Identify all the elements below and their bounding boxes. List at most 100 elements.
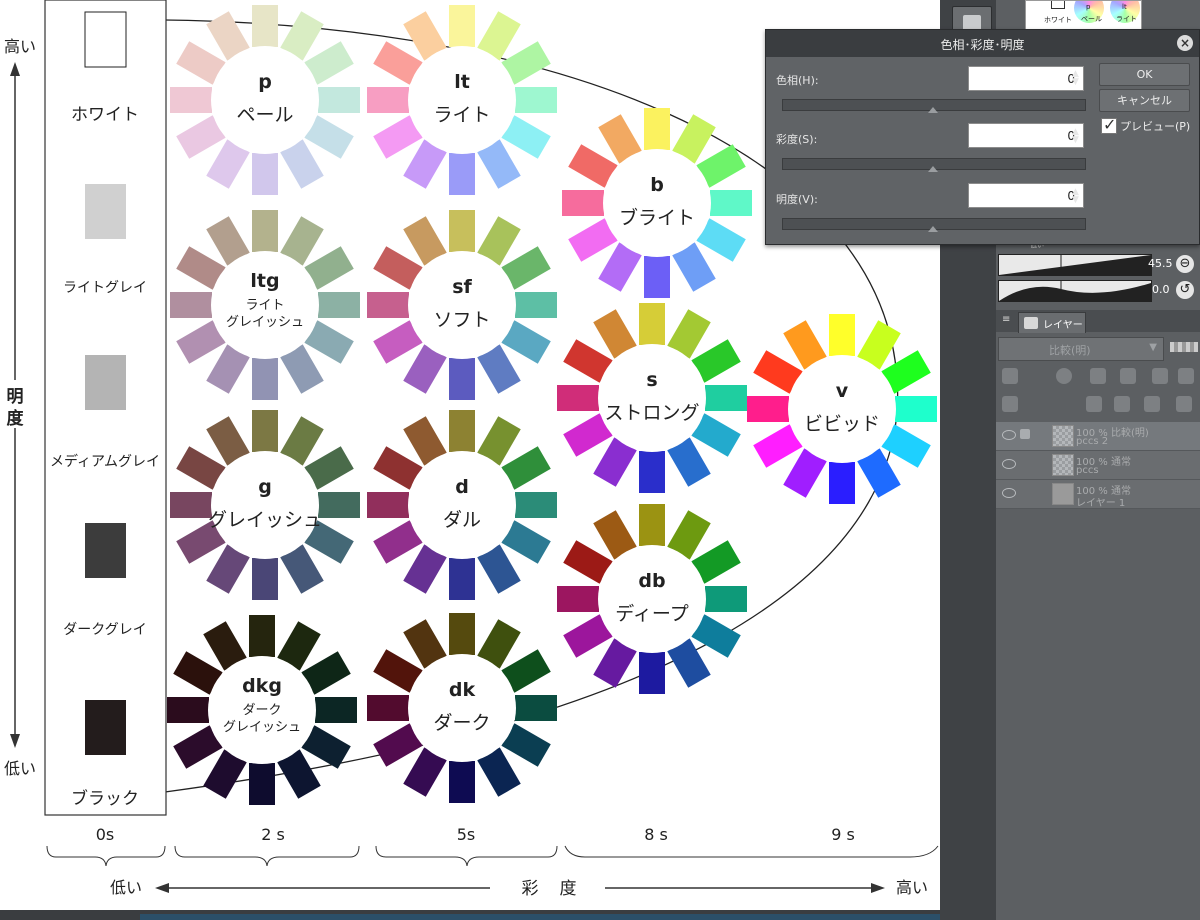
hue-swatch <box>170 292 212 318</box>
hue-swatch <box>367 87 409 113</box>
alpha-lock-icon[interactable] <box>1178 368 1194 384</box>
brush-size-reset-icon[interactable]: ⊖ <box>1176 255 1194 273</box>
hue-swatch <box>318 87 360 113</box>
tone-abbr: lt <box>454 71 470 93</box>
hue-swatch <box>515 292 557 318</box>
navigator-thumbnail[interactable]: ホワイト p ペール lt ライト <box>1025 0 1142 32</box>
hue-swatch <box>747 396 789 422</box>
achromatic-label: ダークグレイ <box>63 622 146 638</box>
tone-name: グレイッシュ <box>208 509 322 531</box>
hue-swatch <box>895 396 937 422</box>
brush-size-curve[interactable] <box>998 254 1152 276</box>
hue-swatch <box>639 451 665 493</box>
lightness-label-char-2: 度 <box>7 408 25 429</box>
hue-swatch <box>639 504 665 546</box>
layer-move-icon[interactable] <box>1176 396 1192 412</box>
tone-abbr: p <box>258 71 272 93</box>
saturation-spinner-icon[interactable]: ▲ ▼ <box>1072 128 1079 145</box>
tone-name: ストロング <box>604 402 699 424</box>
hue-swatch <box>252 358 278 400</box>
hue-swatch <box>449 210 475 252</box>
hue-swatch <box>449 153 475 195</box>
tab-layer[interactable]: レイヤー <box>1018 312 1086 333</box>
layer-row[interactable]: 100 % 通常 レイヤー 1 <box>996 480 1200 509</box>
tone-wheel-s: s ストロング <box>557 303 747 493</box>
hue-input[interactable] <box>968 66 1084 91</box>
tone-wheel-d: d ダル <box>367 410 557 600</box>
blend-mode-select[interactable]: 比較(明) ▼ <box>998 337 1164 361</box>
brush-lock-icon[interactable] <box>1120 368 1136 384</box>
layer-stack-icon[interactable] <box>1002 396 1018 412</box>
saturation-group-9s: 9 s <box>831 825 855 844</box>
ok-button[interactable]: OK <box>1099 63 1190 86</box>
tone-name: ペール <box>236 104 293 126</box>
thumb-label-light: ライト <box>1116 15 1137 23</box>
tone-wheel-ltg: ltgライトグレイッシュ <box>170 210 360 400</box>
hue-swatch <box>515 695 557 721</box>
new-folder-icon[interactable] <box>1144 396 1160 412</box>
hue-slider-knob[interactable] <box>928 107 938 113</box>
saturation-arrow-right-head <box>871 883 885 893</box>
wheel-center <box>408 654 516 762</box>
achromatic-label: メディアムグレイ <box>50 453 160 470</box>
hue-swatch <box>252 410 278 452</box>
layer-thumbnail <box>1052 425 1074 447</box>
rotate-reset-icon[interactable]: ↺ <box>1176 281 1194 299</box>
mask-icon[interactable] <box>1056 368 1072 384</box>
wheel-center <box>603 149 711 257</box>
cancel-button[interactable]: キャンセル <box>1099 89 1190 112</box>
blend-mode-value: 比較(明) <box>1049 344 1091 357</box>
saturation-slider-knob[interactable] <box>928 166 938 172</box>
close-icon[interactable]: × <box>1177 35 1193 51</box>
layer-color-icon[interactable] <box>1002 368 1018 384</box>
achromatic-swatch <box>84 11 127 68</box>
thumb-label-white: ホワイト <box>1044 16 1072 24</box>
tone-name: ブライト <box>619 206 695 229</box>
layer-panel-tabbar: ≡ レイヤー <box>996 310 1200 333</box>
brightness-slider-knob[interactable] <box>928 226 938 232</box>
bracket-2s <box>174 845 360 867</box>
hue-swatch <box>515 87 557 113</box>
chevron-down-icon: ▼ <box>1149 342 1157 353</box>
hue-swatch <box>639 652 665 694</box>
brightness-input[interactable] <box>968 183 1084 208</box>
brush-opacity-curve[interactable] <box>998 280 1152 302</box>
preview-checkbox[interactable]: ✓ <box>1101 115 1117 134</box>
tone-name: ソフト <box>433 309 490 331</box>
bracket-8s-9s <box>564 845 939 858</box>
saturation-label-char-2: 度 <box>560 879 577 899</box>
tone-abbr: s <box>646 369 657 391</box>
layer-row[interactable]: 100 % 通常 pccs <box>996 451 1200 480</box>
hue-swatch <box>367 695 409 721</box>
new-raster-layer-icon[interactable] <box>1086 396 1102 412</box>
wheel-center <box>211 451 319 559</box>
tone-name: ダーク <box>433 712 490 734</box>
lock-icon[interactable] <box>1152 368 1168 384</box>
saturation-input[interactable] <box>968 123 1084 148</box>
hue-swatch <box>829 462 855 504</box>
saturation-group-0s: 0s <box>96 825 115 844</box>
hue-swatch <box>705 385 747 411</box>
layer-thumbnail <box>1052 454 1074 476</box>
eye-icon[interactable] <box>1002 459 1016 469</box>
tone-wheel-db: db ディープ <box>557 504 747 694</box>
panel-menu-icon[interactable]: ≡ <box>1002 314 1012 326</box>
hue-swatch <box>252 558 278 600</box>
dialog-titlebar[interactable]: 色相･彩度･明度 × <box>766 30 1199 57</box>
ruler-icon[interactable] <box>1090 368 1106 384</box>
eye-icon[interactable] <box>1002 488 1016 498</box>
new-vector-layer-icon[interactable] <box>1114 396 1130 412</box>
hue-swatch <box>315 697 357 723</box>
hue-swatch <box>644 108 670 150</box>
layer-row[interactable]: 100 % 比較(明) pccs 2 <box>996 422 1200 451</box>
brightness-spinner-icon[interactable]: ▲ ▼ <box>1072 188 1079 205</box>
hue-swatch <box>644 256 670 298</box>
layer-action-icons <box>996 392 1200 418</box>
hue-spinner-icon[interactable]: ▲ ▼ <box>1072 70 1079 87</box>
eye-icon[interactable] <box>1002 430 1016 440</box>
tone-abbr: ltg <box>250 270 279 292</box>
hue-swatch <box>252 5 278 47</box>
hue-swatch <box>318 292 360 318</box>
brush-opacity-value: 0.0 <box>1152 283 1170 296</box>
tone-wheel-lt: lt ライト <box>367 5 557 195</box>
